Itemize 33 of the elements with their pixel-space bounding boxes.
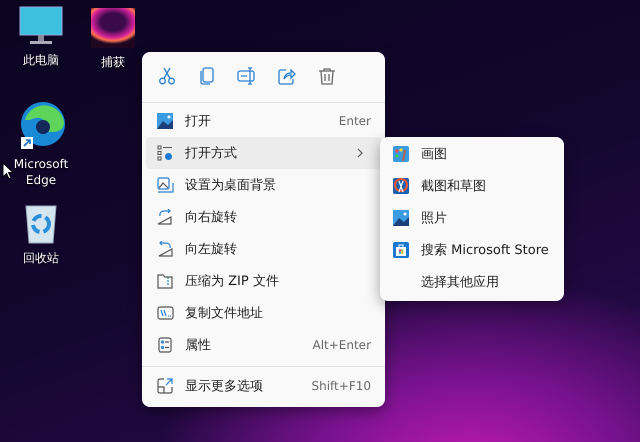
picture-icon [157,113,173,129]
menu-item[interactable]: 向右旋转 [146,201,381,233]
desktop-icon-label[interactable]: 此电脑 [4,52,78,68]
menu-item[interactable]: 画图 [384,138,560,170]
rotate-right-icon [157,209,173,225]
menu-item[interactable]: 选择其他应用 [384,266,560,298]
menu-item[interactable]: 照片 [384,202,560,234]
picture-icon [393,210,409,226]
menu-item[interactable]: 属性 Alt+Enter [146,329,381,361]
shopping-bag-icon [393,242,409,258]
monitor-icon[interactable] [19,6,63,46]
open-with-icon [157,145,173,161]
menu-item[interactable]: 设置为桌面背景 [146,169,381,201]
menu-item[interactable]: 截图和草图 [384,170,560,202]
scissors-circle-icon [393,178,409,194]
palette-icon [393,146,409,162]
mouse-pointer-icon [2,162,14,180]
menu-item[interactable]: 压缩为 ZIP 文件 [146,265,381,297]
chevron-right-icon [357,148,363,158]
zip-folder-icon [157,273,173,289]
menu-item[interactable]: 向左旋转 [146,233,381,265]
rotate-left-icon [157,241,173,257]
menu-item[interactable]: 显示更多选项 Shift+F10 [146,370,381,402]
menu-item[interactable]: 打开方式 [146,137,381,169]
open-external-icon [157,378,173,394]
image-thumbnail-icon[interactable] [91,8,135,48]
menu-item[interactable]: 搜索 Microsoft Store [384,234,560,266]
desktop-icon-label[interactable]: 回收站 [4,250,78,266]
menu-item[interactable]: 打开 Enter [146,105,381,137]
wallpaper-icon [156,177,174,193]
properties-icon [158,337,172,353]
menu-item[interactable]: 复制文件地址 [146,297,381,329]
path-icon [156,306,174,320]
